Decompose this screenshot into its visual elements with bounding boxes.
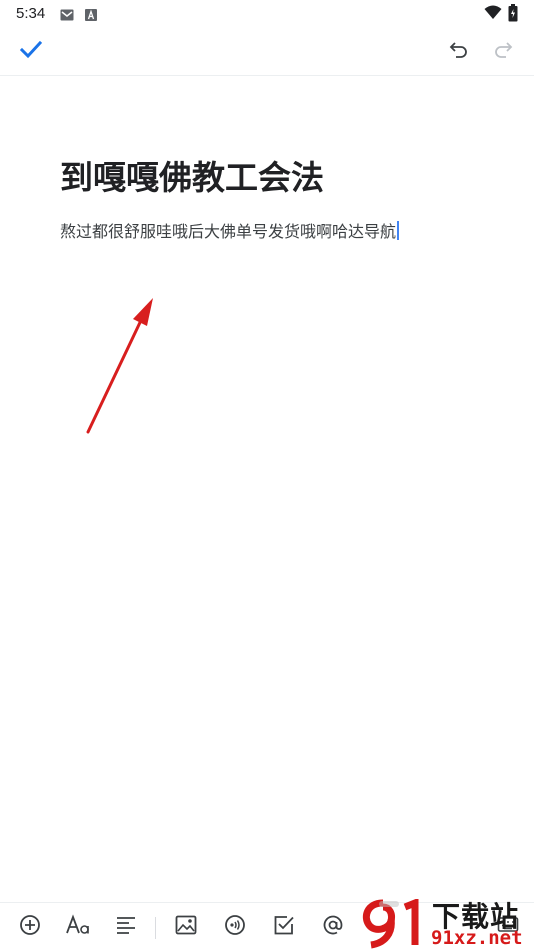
- mention-icon: [322, 914, 344, 940]
- site-watermark: 下载站 91xz.net: [355, 893, 534, 950]
- image-icon: [175, 915, 197, 939]
- insert-image-button[interactable]: [172, 913, 200, 941]
- mention-button[interactable]: [319, 913, 347, 941]
- align-button[interactable]: [112, 913, 140, 941]
- checkbox-icon: [273, 914, 295, 940]
- watermark-url: 91xz.net: [431, 927, 523, 949]
- toolbar-divider: [155, 917, 156, 939]
- audio-button[interactable]: [221, 913, 249, 941]
- annotation-arrow: [86, 298, 153, 434]
- text-format-button[interactable]: [64, 913, 92, 941]
- add-circle-icon: [19, 914, 41, 940]
- text-format-icon: [65, 914, 91, 940]
- watermark-logo: [359, 897, 431, 950]
- align-left-icon: [115, 915, 137, 939]
- audio-icon: [224, 914, 246, 940]
- checklist-button[interactable]: [270, 913, 298, 941]
- insert-button[interactable]: [16, 913, 44, 941]
